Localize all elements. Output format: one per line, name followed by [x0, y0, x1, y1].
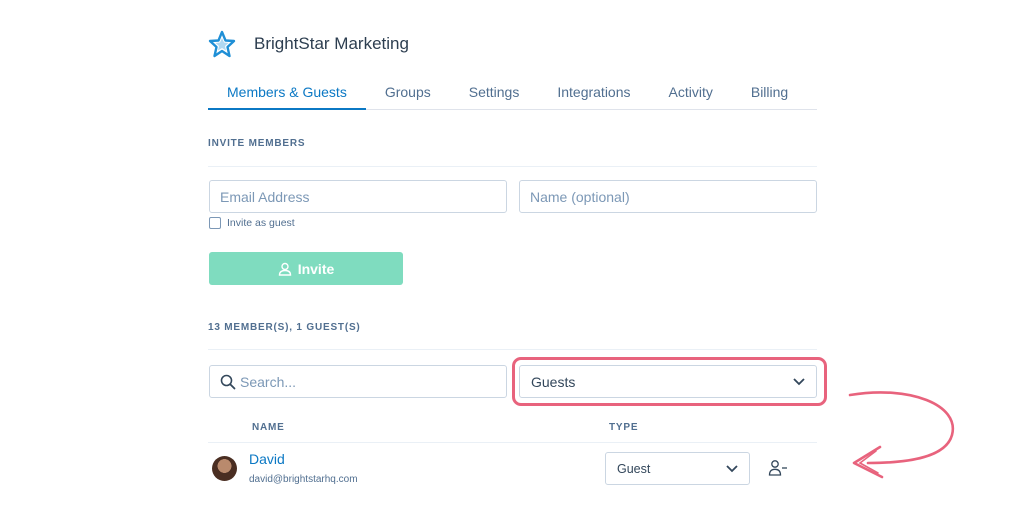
invite-members-heading: INVITE MEMBERS	[208, 138, 306, 149]
invite-as-guest-checkbox[interactable]	[209, 217, 221, 229]
email-field[interactable]	[209, 180, 507, 213]
remove-user-icon[interactable]	[768, 459, 788, 477]
chevron-down-icon	[726, 464, 738, 472]
arrow-annotation-icon	[848, 391, 955, 479]
tab-members-guests[interactable]: Members & Guests	[208, 78, 366, 110]
invite-as-guest-option[interactable]: Invite as guest	[209, 217, 295, 229]
tab-activity[interactable]: Activity	[650, 78, 732, 110]
column-header-name: NAME	[252, 422, 285, 433]
tab-settings[interactable]: Settings	[450, 78, 539, 110]
search-icon	[220, 374, 236, 389]
avatar	[212, 456, 237, 481]
member-type-value: Guest	[617, 461, 651, 476]
invite-button[interactable]: Invite	[209, 252, 403, 285]
chevron-down-icon	[793, 377, 805, 385]
star-icon	[208, 30, 236, 58]
tab-billing[interactable]: Billing	[732, 78, 807, 110]
member-name-link[interactable]: David	[249, 451, 285, 467]
invite-button-label: Invite	[297, 260, 335, 277]
org-name: BrightStar Marketing	[254, 34, 409, 53]
divider	[208, 166, 817, 167]
org-header: BrightStar Marketing	[208, 30, 409, 58]
divider	[208, 442, 817, 443]
search-placeholder: Search...	[240, 373, 297, 390]
tab-integrations[interactable]: Integrations	[538, 78, 649, 110]
invite-as-guest-label: Invite as guest	[227, 217, 295, 229]
divider	[208, 349, 817, 350]
column-header-type: TYPE	[609, 422, 639, 433]
user-icon	[278, 262, 291, 276]
member-email: david@brightstarhq.com	[249, 474, 358, 485]
member-search-input[interactable]: Search...	[209, 365, 507, 398]
members-summary: 13 MEMBER(S), 1 GUEST(S)	[208, 322, 361, 333]
settings-tabs: Members & Guests Groups Settings Integra…	[208, 78, 817, 110]
tab-groups[interactable]: Groups	[366, 78, 450, 110]
member-type-filter[interactable]: Guests	[519, 365, 817, 398]
member-type-filter-value: Guests	[531, 373, 576, 390]
member-type-select[interactable]: Guest	[605, 452, 750, 485]
name-field[interactable]	[519, 180, 817, 213]
